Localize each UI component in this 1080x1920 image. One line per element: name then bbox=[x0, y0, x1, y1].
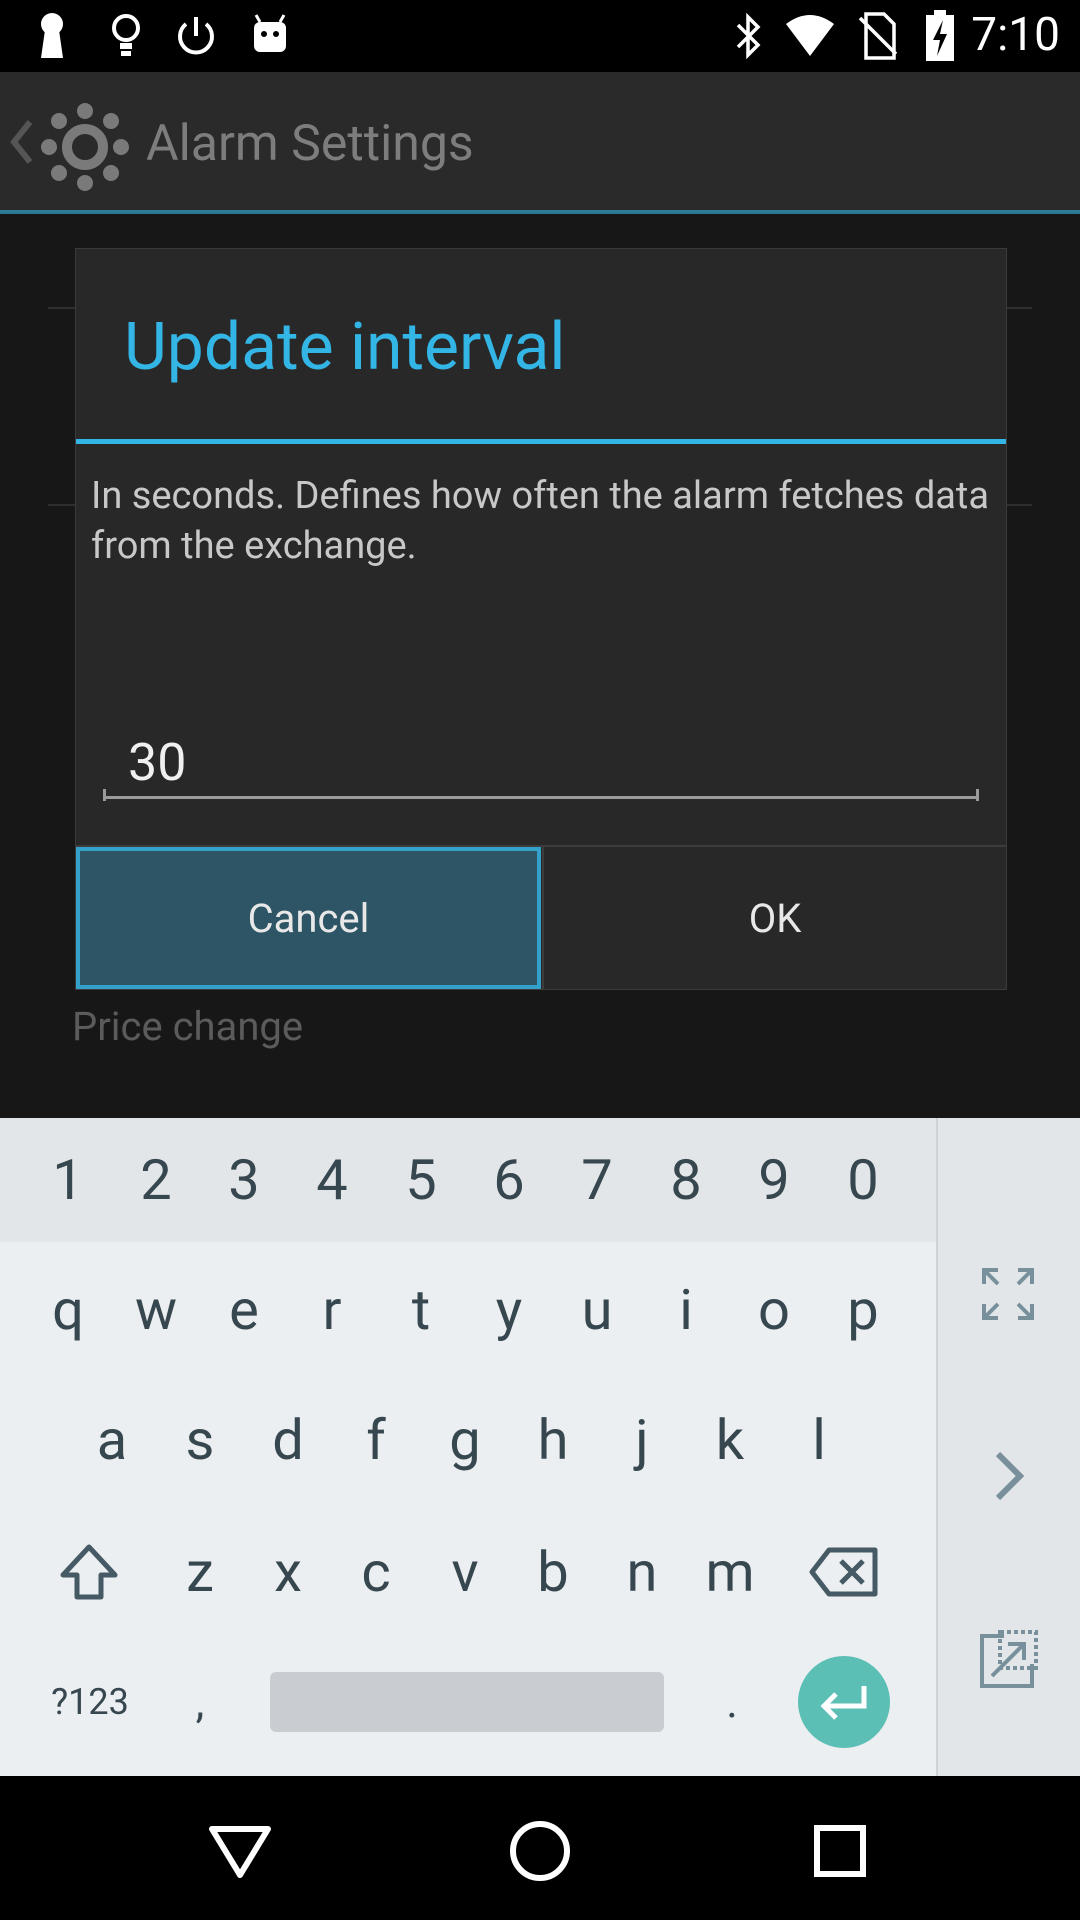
key-m[interactable]: m bbox=[686, 1510, 774, 1634]
android-icon bbox=[244, 10, 296, 62]
key-p[interactable]: p bbox=[819, 1248, 907, 1372]
expand-icon[interactable] bbox=[980, 1266, 1036, 1326]
input-underline-tick bbox=[103, 789, 106, 801]
status-bar: 7:10 bbox=[0, 0, 1080, 72]
key-l[interactable]: l bbox=[775, 1378, 863, 1502]
key-6[interactable]: 6 bbox=[465, 1118, 553, 1242]
space-key[interactable] bbox=[270, 1672, 664, 1732]
keyboard-side-panel bbox=[936, 1118, 1080, 1776]
navigation-bar bbox=[0, 1776, 1080, 1920]
period-key[interactable]: . bbox=[688, 1640, 776, 1764]
app-title: Alarm Settings bbox=[146, 115, 474, 173]
recents-square-icon[interactable] bbox=[795, 1806, 885, 1896]
popout-icon[interactable] bbox=[978, 1628, 1040, 1694]
chevron-left-icon[interactable] bbox=[8, 118, 34, 170]
key-7[interactable]: 7 bbox=[553, 1118, 641, 1242]
ok-button[interactable]: OK bbox=[542, 847, 1006, 989]
key-8[interactable]: 8 bbox=[642, 1118, 730, 1242]
key-y[interactable]: y bbox=[465, 1248, 553, 1372]
key-r[interactable]: r bbox=[288, 1248, 376, 1372]
key-3[interactable]: 3 bbox=[200, 1118, 288, 1242]
symbols-key[interactable]: ?123 bbox=[40, 1640, 140, 1764]
key-k[interactable]: k bbox=[686, 1378, 774, 1502]
key-t[interactable]: t bbox=[377, 1248, 465, 1372]
key-x[interactable]: x bbox=[244, 1510, 332, 1634]
key-q[interactable]: q bbox=[24, 1248, 112, 1372]
backspace-key[interactable] bbox=[800, 1510, 888, 1634]
clock-time: 7:10 bbox=[971, 8, 1060, 62]
interval-input[interactable] bbox=[103, 729, 979, 799]
no-sim-icon bbox=[852, 10, 904, 62]
key-d[interactable]: d bbox=[244, 1378, 332, 1502]
soft-keyboard: 1 2 3 4 5 6 7 8 9 0 q w e r t y u i o p … bbox=[0, 1118, 1080, 1776]
home-circle-icon[interactable] bbox=[495, 1806, 585, 1896]
battery-charging-icon bbox=[914, 10, 966, 62]
key-g[interactable]: g bbox=[421, 1378, 509, 1502]
key-2[interactable]: 2 bbox=[112, 1118, 200, 1242]
dialog-message: In seconds. Defines how often the alarm … bbox=[91, 474, 990, 568]
lightbulb-icon bbox=[100, 10, 152, 62]
key-e[interactable]: e bbox=[200, 1248, 288, 1372]
list-item-price-change: Price change bbox=[72, 1003, 304, 1050]
update-interval-dialog: Update interval In seconds. Defines how … bbox=[75, 248, 1007, 990]
bluetooth-icon bbox=[722, 10, 774, 62]
shift-icon bbox=[60, 1544, 118, 1600]
key-a[interactable]: a bbox=[68, 1378, 156, 1502]
key-z[interactable]: z bbox=[156, 1510, 244, 1634]
key-c[interactable]: c bbox=[332, 1510, 420, 1634]
enter-key[interactable] bbox=[798, 1656, 890, 1748]
key-h[interactable]: h bbox=[509, 1378, 597, 1502]
key-s[interactable]: s bbox=[156, 1378, 244, 1502]
key-v[interactable]: v bbox=[421, 1510, 509, 1634]
back-triangle-icon[interactable] bbox=[195, 1806, 285, 1896]
key-0[interactable]: 0 bbox=[819, 1118, 907, 1242]
key-f[interactable]: f bbox=[332, 1378, 420, 1502]
enter-icon bbox=[820, 1686, 867, 1720]
key-5[interactable]: 5 bbox=[377, 1118, 465, 1242]
key-o[interactable]: o bbox=[730, 1248, 818, 1372]
key-9[interactable]: 9 bbox=[730, 1118, 818, 1242]
key-b[interactable]: b bbox=[509, 1510, 597, 1634]
gear-icon[interactable] bbox=[40, 102, 130, 196]
key-n[interactable]: n bbox=[598, 1510, 686, 1634]
key-u[interactable]: u bbox=[553, 1248, 641, 1372]
key-w[interactable]: w bbox=[112, 1248, 200, 1372]
input-underline-tick bbox=[976, 789, 979, 801]
dialog-title: Update interval bbox=[124, 309, 566, 386]
chevron-right-icon[interactable] bbox=[992, 1448, 1026, 1508]
wifi-icon bbox=[784, 10, 836, 62]
key-4[interactable]: 4 bbox=[288, 1118, 376, 1242]
shift-key[interactable] bbox=[46, 1510, 132, 1634]
dialog-title-divider bbox=[76, 439, 1006, 444]
key-j[interactable]: j bbox=[598, 1378, 686, 1502]
keyhole-icon bbox=[26, 10, 78, 62]
power-icon bbox=[170, 10, 222, 62]
comma-key[interactable]: , bbox=[156, 1640, 244, 1764]
key-1[interactable]: 1 bbox=[24, 1118, 112, 1242]
backspace-icon bbox=[809, 1547, 878, 1597]
cancel-button[interactable]: Cancel bbox=[76, 847, 541, 989]
key-i[interactable]: i bbox=[642, 1248, 730, 1372]
